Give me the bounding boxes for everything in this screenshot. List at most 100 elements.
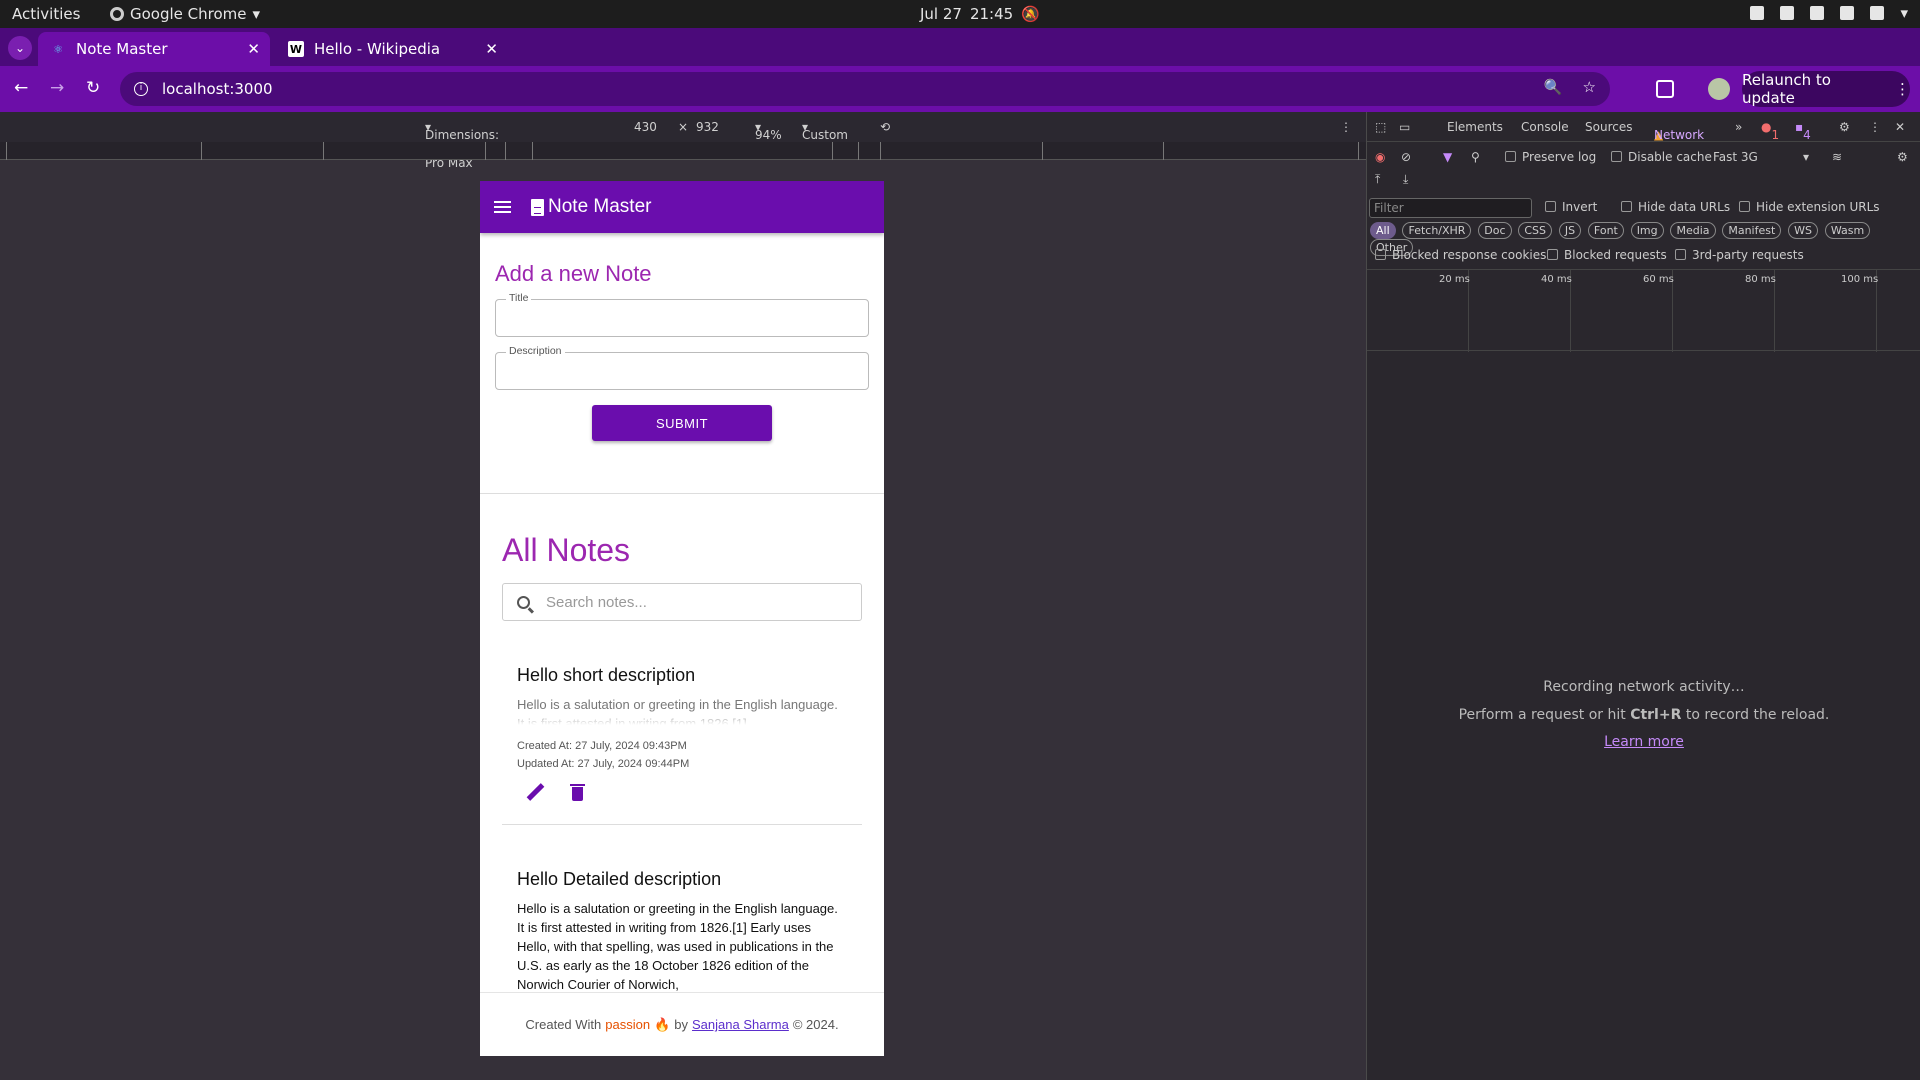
preserve-log-checkbox[interactable]: Preserve log: [1505, 150, 1596, 164]
blocked-requests-checkbox[interactable]: Blocked requests: [1547, 248, 1667, 262]
type-filter-manifest[interactable]: Manifest: [1722, 222, 1782, 239]
extensions-icon[interactable]: [1656, 80, 1674, 98]
type-filter-doc[interactable]: Doc: [1478, 222, 1512, 239]
chrome-icon: [110, 7, 124, 21]
media-query-ruler[interactable]: [0, 142, 1366, 160]
more-tabs-icon[interactable]: »: [1735, 120, 1742, 134]
app-menu-label: Google Chrome: [130, 5, 247, 23]
type-filter-fetch[interactable]: Fetch/XHR: [1402, 222, 1472, 239]
description-input[interactable]: [496, 353, 868, 389]
kebab-menu-icon[interactable]: ⋮: [1869, 120, 1881, 134]
record-icon[interactable]: ◉: [1375, 150, 1385, 164]
tab-wikipedia[interactable]: W Hello - Wikipedia ✕: [276, 32, 508, 66]
menu-icon[interactable]: [494, 201, 511, 213]
network-overview-timeline[interactable]: 20 ms 40 ms 60 ms 80 ms 100 ms: [1367, 269, 1920, 352]
site-info-icon[interactable]: i: [134, 82, 148, 96]
type-filter-all[interactable]: All: [1370, 222, 1396, 239]
type-filter-ws[interactable]: WS: [1788, 222, 1818, 239]
note-card: Hello Detailed description Hello is a sa…: [502, 825, 862, 993]
device-viewport: Note Master Add a new Note Title Descrip…: [480, 181, 884, 1056]
activities-button[interactable]: Activities: [12, 5, 80, 23]
reload-icon[interactable]: ↻: [86, 78, 100, 98]
add-note-form: Add a new Note Title Description SUBMIT: [480, 233, 884, 494]
throttle-select[interactable]: Custom ▾: [802, 120, 848, 142]
submit-button[interactable]: SUBMIT: [592, 405, 772, 441]
close-devtools-icon[interactable]: ✕: [1895, 120, 1905, 134]
network-settings-icon[interactable]: ⚙: [1897, 150, 1908, 164]
close-icon[interactable]: ✕: [247, 40, 260, 58]
tab-elements[interactable]: Elements: [1447, 120, 1503, 134]
zoom-icon[interactable]: 🔍: [1544, 78, 1563, 96]
react-icon: ⚛: [53, 42, 63, 56]
clear-icon[interactable]: ⊘: [1401, 150, 1411, 164]
app-bar: Note Master: [480, 181, 884, 233]
type-filter-font[interactable]: Font: [1587, 222, 1624, 239]
title-input[interactable]: [496, 300, 868, 336]
network-throttle-select[interactable]: Fast 3G ▾: [1713, 150, 1809, 164]
devtools-tabbar: ⬚ ▭ Elements Console Sources ▲ Network »…: [1367, 112, 1920, 142]
type-filter-css[interactable]: CSS: [1518, 222, 1553, 239]
device-select[interactable]: Dimensions: iPhone 14 Pro Max ▾: [425, 120, 499, 170]
footer-by: by: [674, 1017, 689, 1032]
filter-icon[interactable]: ▼: [1443, 150, 1452, 164]
system-tray[interactable]: ▾: [1750, 4, 1908, 22]
third-party-label: 3rd-party requests: [1692, 248, 1804, 262]
app-menu[interactable]: Google Chrome ▾: [110, 5, 260, 23]
throttle-select-label: Custom: [802, 128, 848, 142]
network-conditions-icon[interactable]: ≋: [1832, 150, 1842, 164]
learn-more-link[interactable]: Learn more: [1604, 734, 1684, 750]
profile-avatar[interactable]: [1708, 78, 1730, 100]
bookmark-star-icon[interactable]: ☆: [1583, 78, 1596, 96]
tab-network-label: Network: [1654, 128, 1705, 142]
network-icon: [1750, 6, 1765, 20]
footer-passion: passion: [605, 1017, 651, 1032]
device-width-input[interactable]: 430: [634, 120, 657, 134]
timeline-tick: 60 ms: [1643, 274, 1674, 285]
tab-search-button[interactable]: ⌄: [8, 36, 32, 60]
address-bar[interactable]: i localhost:3000 🔍 ☆: [120, 72, 1610, 106]
relaunch-button[interactable]: Relaunch to update ⋮: [1742, 71, 1910, 107]
inspect-icon[interactable]: ⬚: [1375, 120, 1386, 134]
type-filter-wasm[interactable]: Wasm: [1824, 222, 1871, 239]
hide-data-urls-checkbox[interactable]: Hide data URLs: [1621, 200, 1730, 214]
message-count[interactable]: ▪ 4: [1795, 120, 1811, 142]
export-har-icon[interactable]: ⤓: [1403, 172, 1408, 187]
forward-icon[interactable]: →: [50, 78, 64, 98]
type-filter-img[interactable]: Img: [1630, 222, 1664, 239]
blocked-cookies-checkbox[interactable]: Blocked response cookies: [1375, 248, 1546, 262]
search-input[interactable]: Search notes...: [546, 594, 647, 611]
error-count[interactable]: ● 1: [1761, 120, 1779, 142]
more-options-icon[interactable]: ⋮: [1340, 120, 1352, 134]
tab-sources[interactable]: Sources: [1585, 120, 1632, 134]
tab-console[interactable]: Console: [1521, 120, 1569, 134]
battery-icon: [1870, 6, 1885, 20]
type-filter-js[interactable]: JS: [1558, 222, 1582, 239]
tab-title: Hello - Wikipedia: [314, 40, 441, 58]
close-icon[interactable]: ✕: [485, 40, 498, 58]
type-filter-media[interactable]: Media: [1670, 222, 1716, 239]
filter-input[interactable]: Filter: [1369, 198, 1532, 218]
timeline-tick: 20 ms: [1439, 274, 1470, 285]
disable-cache-checkbox[interactable]: Disable cache: [1611, 150, 1712, 164]
clock[interactable]: Jul 27 21:45 🔕: [920, 5, 1040, 23]
search-box[interactable]: Search notes...: [502, 583, 862, 621]
hide-extension-urls-checkbox[interactable]: Hide extension URLs: [1739, 200, 1880, 214]
zoom-select[interactable]: 94% ▾: [755, 120, 782, 142]
rotate-icon[interactable]: ⟲: [880, 120, 890, 134]
note-meta: Created At: 27 July, 2024 09:43PM Update…: [517, 737, 847, 773]
edit-icon[interactable]: [525, 783, 545, 803]
settings-icon[interactable]: ⚙: [1839, 120, 1850, 134]
tab-note-master[interactable]: ⚛ Note Master ✕: [38, 32, 270, 66]
import-har-icon[interactable]: ⤒: [1375, 172, 1380, 187]
back-icon[interactable]: ←: [14, 78, 28, 98]
devtools-panel: ⬚ ▭ Elements Console Sources ▲ Network »…: [1366, 112, 1920, 1080]
app-title: Note Master: [548, 196, 652, 217]
third-party-checkbox[interactable]: 3rd-party requests: [1675, 248, 1804, 262]
device-height-input[interactable]: 932: [696, 120, 719, 134]
search-icon[interactable]: ⚲: [1471, 150, 1480, 164]
invert-checkbox[interactable]: Invert: [1545, 200, 1597, 214]
device-toggle-icon[interactable]: ▭: [1399, 120, 1410, 134]
delete-icon[interactable]: [570, 783, 585, 801]
search-icon: [517, 595, 530, 609]
author-link[interactable]: Sanjana Sharma: [692, 1017, 789, 1032]
